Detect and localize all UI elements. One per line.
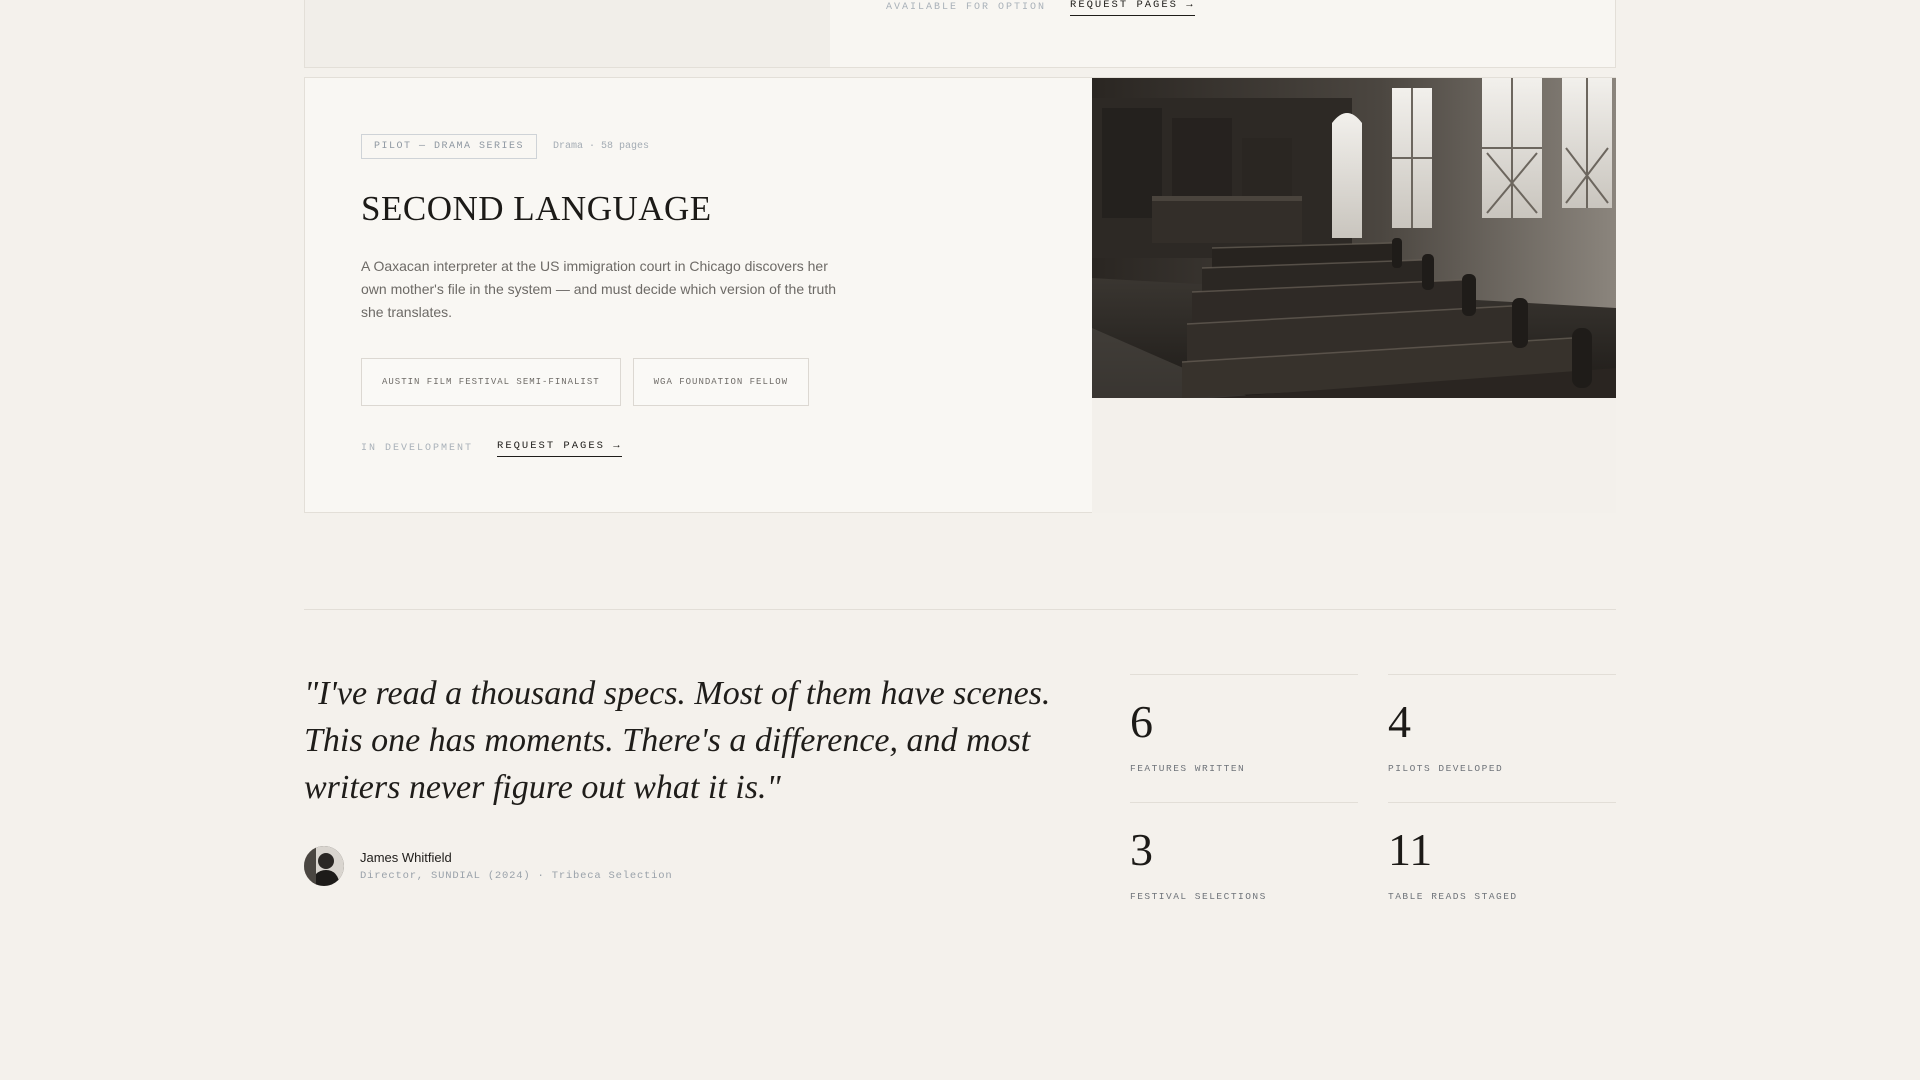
- project-logline: A Oaxacan interpreter at the US immigrat…: [361, 258, 837, 320]
- portfolio-page: AVAILABLE FOR OPTION REQUEST PAGES → PIL…: [0, 0, 1920, 1080]
- project-status-row: IN DEVELOPMENT REQUEST PAGES →: [361, 440, 901, 457]
- project-status-previous: AVAILABLE FOR OPTION: [886, 2, 1047, 13]
- stat-value: 4: [1388, 696, 1411, 747]
- award-badge: AUSTIN FILM FESTIVAL SEMI-FINALIST: [361, 358, 621, 406]
- request-pages-button-previous[interactable]: REQUEST PAGES →: [1070, 0, 1195, 16]
- stat-label: FEATURES WRITTEN: [1130, 763, 1246, 774]
- stat-value: 11: [1388, 824, 1433, 875]
- author-name: James Whitfield: [360, 850, 452, 865]
- project-tag-row: PILOT — DRAMA SERIES Drama · 58 pages: [361, 134, 901, 159]
- project-status: IN DEVELOPMENT: [361, 443, 474, 454]
- testimonial-quote: "I've read a thousand specs. Most of the…: [304, 675, 1051, 806]
- stats-grid: 6 FEATURES WRITTEN 4 PILOTS DEVELOPED 3 …: [1130, 674, 1616, 930]
- project-format-tag: PILOT — DRAMA SERIES: [361, 134, 538, 159]
- avatar-icon: [304, 846, 344, 886]
- author-role: Director, SUNDIAL (2024) · Tribeca Selec…: [360, 870, 673, 882]
- testimonial-author: James Whitfield Director, SUNDIAL (2024)…: [304, 846, 672, 886]
- stat-table-reads: 11 TABLE READS STAGED: [1388, 802, 1616, 930]
- stat-value: 6: [1130, 696, 1153, 747]
- stat-features: 6 FEATURES WRITTEN: [1130, 674, 1358, 802]
- project-card: PILOT — DRAMA SERIES Drama · 58 pages SE…: [304, 77, 1616, 513]
- project-awards: AUSTIN FILM FESTIVAL SEMI-FINALIST WGA F…: [361, 358, 901, 406]
- courtroom-photo-icon: [1092, 78, 1616, 398]
- award-badge: WGA FOUNDATION FELLOW: [632, 358, 810, 406]
- project-image-previous: [305, 0, 830, 67]
- project-content: PILOT — DRAMA SERIES Drama · 58 pages SE…: [361, 134, 901, 457]
- author-details: James Whitfield Director, SUNDIAL (2024)…: [360, 850, 672, 882]
- project-title: SECOND LANGUAGE: [361, 189, 712, 228]
- project-meta: Drama · 58 pages: [553, 141, 650, 152]
- section-divider: [304, 609, 1616, 610]
- stat-label: TABLE READS STAGED: [1388, 891, 1518, 902]
- stat-label: FESTIVAL SELECTIONS: [1130, 891, 1267, 902]
- project-card-previous: AVAILABLE FOR OPTION REQUEST PAGES →: [304, 0, 1616, 68]
- stat-pilots: 4 PILOTS DEVELOPED: [1388, 674, 1616, 802]
- project-status-row-previous: AVAILABLE FOR OPTION REQUEST PAGES →: [886, 0, 1195, 16]
- avatar: [304, 846, 344, 886]
- stat-festivals: 3 FESTIVAL SELECTIONS: [1130, 802, 1358, 930]
- courtroom-photo: [1092, 78, 1616, 398]
- photo-backdrop: [1092, 398, 1616, 513]
- stat-label: PILOTS DEVELOPED: [1388, 763, 1504, 774]
- stat-value: 3: [1130, 824, 1153, 875]
- request-pages-button[interactable]: REQUEST PAGES →: [497, 440, 622, 457]
